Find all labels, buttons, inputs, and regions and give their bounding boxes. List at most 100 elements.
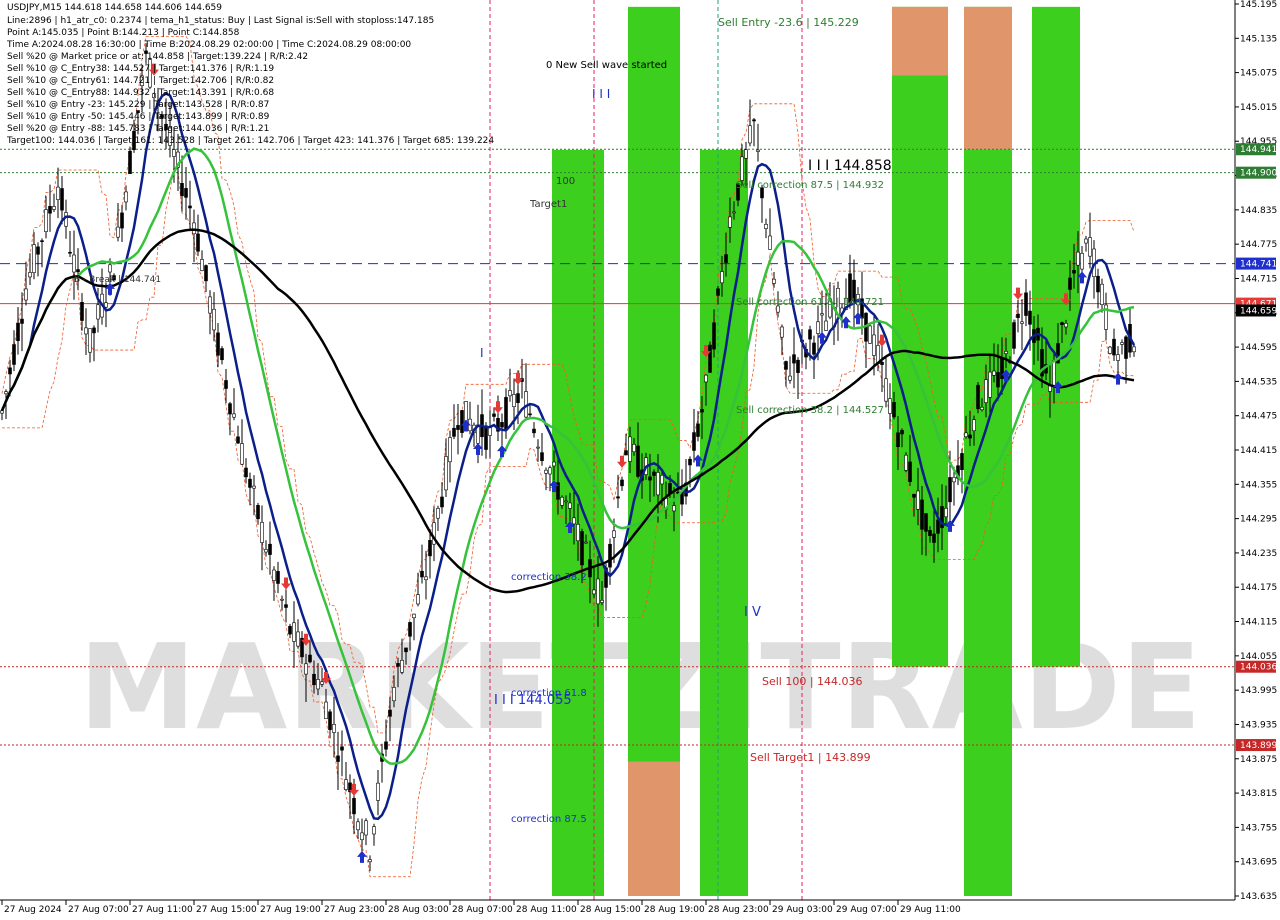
chart-annotation: Target1 [529, 199, 567, 210]
price-tag-label: 144.900 [1240, 169, 1277, 179]
candle-body [728, 216, 732, 228]
candle-body [28, 272, 32, 278]
x-tick-label: 27 Aug 19:00 [260, 905, 321, 915]
zone-rect [892, 6, 948, 76]
y-tick-label: 144.775 [1240, 240, 1277, 250]
candle-body [1116, 354, 1120, 361]
candle-body [204, 265, 208, 282]
y-tick-label: 143.995 [1240, 686, 1277, 696]
candle-body [620, 479, 624, 487]
candle-body [1100, 283, 1104, 305]
candle-body [756, 149, 760, 152]
x-tick-label: 27 Aug 2024 [4, 905, 62, 915]
candle-body [268, 543, 272, 555]
candle-body [56, 186, 60, 200]
candle-body [652, 471, 656, 476]
candle-body [544, 469, 548, 474]
candle-body [1080, 253, 1084, 270]
candle-body [1024, 292, 1028, 316]
candle-body [952, 476, 956, 483]
x-tick-label: 28 Aug 07:00 [452, 905, 513, 915]
y-tick-label: 143.935 [1240, 720, 1277, 730]
candle-body [528, 413, 532, 416]
candle-body [272, 569, 276, 581]
candle-body [228, 403, 232, 415]
candle-body [992, 370, 996, 376]
candle-body [612, 530, 616, 538]
candle-body [788, 375, 792, 381]
x-axis-ticks: 27 Aug 2024 27 Aug 07:00 27 Aug 11:00 27 Au… [1, 900, 961, 915]
y-tick-label: 144.835 [1240, 206, 1277, 216]
candle-body [412, 613, 416, 619]
candle-body [780, 326, 784, 338]
candle-body [744, 149, 748, 159]
candle-body [1132, 346, 1136, 353]
candle-body [500, 422, 504, 428]
candle-body [240, 443, 244, 465]
x-tick-label: 29 Aug 11:00 [900, 905, 961, 915]
candle-body [564, 500, 568, 503]
candle-body [316, 679, 320, 690]
candle-body [688, 458, 692, 466]
candle-body [1020, 321, 1024, 324]
y-tick-label: 144.475 [1240, 412, 1277, 422]
candle-body [308, 654, 312, 663]
y-tick-label: 144.115 [1240, 618, 1277, 628]
candle-body [808, 329, 812, 340]
candle-body [628, 436, 632, 462]
candle-body [236, 436, 240, 444]
candle-body [12, 344, 16, 365]
candle-body [1052, 360, 1056, 386]
candle-body [704, 374, 708, 383]
candle-body [16, 322, 20, 342]
candle-body [700, 409, 704, 413]
candle-body [920, 499, 924, 530]
candle-body [20, 318, 24, 324]
candle-body [484, 425, 488, 450]
candle-body [636, 445, 640, 477]
price-tag-label: 144.659 [1240, 306, 1277, 316]
candle-body [376, 782, 380, 801]
chart-annotation: Sell correction 61.8 | 144.721 [736, 297, 884, 308]
candle-body [1012, 322, 1016, 349]
info-line: Sell %10 @ C_Entry38: 144.527 | Target:1… [7, 64, 275, 74]
info-line: Sell %10 @ C_Entry61: 144.721 | Target:1… [7, 76, 275, 86]
candle-body [420, 570, 424, 578]
y-axis-ticks: 145.195145.135145.075145.015144.955144.8… [1235, 0, 1277, 902]
candle-body [4, 391, 8, 395]
candle-body [608, 543, 612, 568]
candle-body [692, 432, 696, 451]
y-tick-label: 144.535 [1240, 377, 1277, 387]
candle-body [332, 724, 336, 733]
candle-body [244, 467, 248, 478]
chart-annotation: Sell correction 38.2 | 144.527 [736, 405, 884, 416]
candle-body [576, 524, 580, 542]
candle-body [964, 432, 968, 438]
candle-body [560, 496, 564, 506]
y-tick-label: 143.875 [1240, 755, 1277, 765]
candle-body [944, 508, 948, 518]
x-tick-label: 28 Aug 11:00 [516, 905, 577, 915]
candle-body [584, 541, 588, 544]
candle-body [284, 604, 288, 608]
candle-body [104, 302, 108, 308]
candle-body [368, 859, 372, 863]
candle-body [820, 313, 824, 316]
candle-body [452, 427, 456, 437]
candle-body [448, 437, 452, 463]
candle-body [212, 308, 216, 331]
candle-body [320, 681, 324, 685]
candle-body [364, 820, 368, 836]
candle-body [1072, 270, 1076, 274]
candle-body [324, 701, 328, 720]
zone-rect [964, 6, 1012, 150]
candle-body [896, 432, 900, 448]
candle-body [184, 188, 188, 198]
candle-body [372, 826, 376, 835]
candle-body [936, 519, 940, 534]
candle-body [932, 533, 936, 543]
candle-body [428, 540, 432, 557]
candle-body [880, 361, 884, 365]
candle-body [548, 467, 552, 475]
candle-body [708, 344, 712, 373]
